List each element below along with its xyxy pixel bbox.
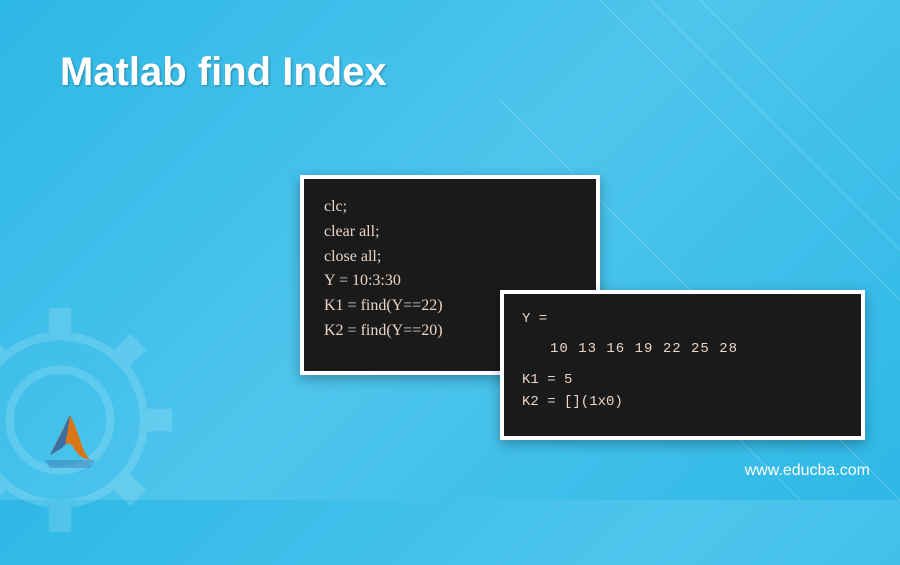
output-line: K1 = 5: [522, 369, 843, 391]
background-gear-decoration: [0, 280, 200, 560]
code-line: clear all;: [324, 220, 576, 245]
output-line: K2 = [](1x0): [522, 391, 843, 413]
code-line: close all;: [324, 245, 576, 270]
website-url: www.educba.com: [745, 462, 870, 480]
output-values: 10 13 16 19 22 25 28: [522, 338, 843, 360]
code-line: clc;: [324, 195, 576, 220]
page-title: Matlab find Index: [60, 50, 387, 95]
matlab-logo-icon: [40, 410, 100, 470]
code-output-block: Y = 10 13 16 19 22 25 28 K1 = 5 K2 = [](…: [500, 290, 865, 440]
output-line: Y =: [522, 308, 843, 330]
